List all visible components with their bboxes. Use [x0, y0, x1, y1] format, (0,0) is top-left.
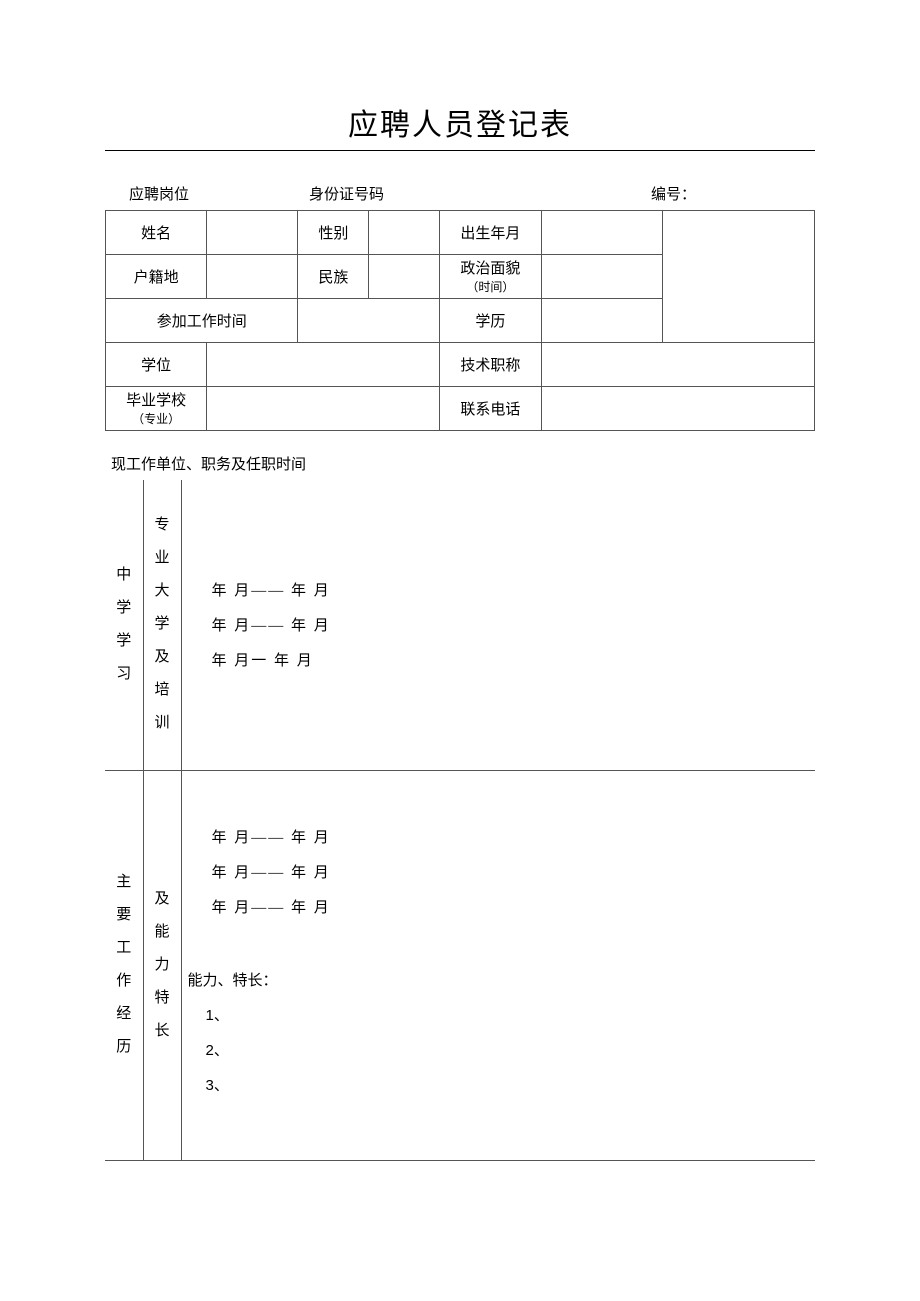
- ethnicity-value: [369, 255, 440, 299]
- position-value: [209, 183, 309, 204]
- political-label: 政治面貌 （时间）: [440, 255, 541, 299]
- current-work-label: 现工作单位、职务及任职时间: [111, 453, 815, 474]
- name-value: [207, 211, 298, 255]
- work-start-value: [298, 299, 440, 343]
- work-history-cell: 年 月—— 年 月 年 月—— 年 月 年 月—— 年 月 能力、特长： 1、 …: [181, 770, 815, 1160]
- degree-label: 学位: [106, 343, 207, 387]
- degree-value: [207, 343, 440, 387]
- tech-title-value: [541, 343, 815, 387]
- tech-title-label: 技术职称: [440, 343, 541, 387]
- date-line: 年 月—— 年 月: [212, 861, 806, 882]
- residence-value: [207, 255, 298, 299]
- education-value: [541, 299, 663, 343]
- date-line: 年 月—— 年 月: [212, 579, 806, 600]
- birth-value: [541, 211, 663, 255]
- ability-item: 1、: [206, 1004, 806, 1025]
- phone-label: 联系电话: [440, 387, 541, 431]
- experience-table: 中学学习 专业大学及培训 年 月—— 年 月 年 月—— 年 月 年 月一 年 …: [105, 480, 815, 1161]
- grad-school-label: 毕业学校 （专业）: [106, 387, 207, 431]
- gender-value: [369, 211, 440, 255]
- date-line: 年 月—— 年 月: [212, 896, 806, 917]
- date-line: 年 月一 年 月: [212, 649, 806, 670]
- page-title: 应聘人员登记表: [105, 100, 815, 151]
- birth-label: 出生年月: [440, 211, 541, 255]
- phone-value: [541, 387, 815, 431]
- name-label: 姓名: [106, 211, 207, 255]
- id-label: 身份证号码: [309, 183, 409, 204]
- section-col1-row1: 中学学习: [105, 480, 143, 770]
- ethnicity-label: 民族: [298, 255, 369, 299]
- photo-cell: [663, 211, 815, 343]
- ability-title: 能力、特长：: [188, 969, 806, 990]
- date-line: 年 月—— 年 月: [212, 826, 806, 847]
- id-value: [409, 183, 651, 204]
- header-row: 应聘岗位 身份证号码 编号：: [105, 183, 815, 210]
- ability-item: 2、: [206, 1039, 806, 1060]
- section-col1-row2: 主要工作经历: [105, 770, 143, 1160]
- gender-label: 性别: [298, 211, 369, 255]
- work-start-label: 参加工作时间: [106, 299, 298, 343]
- info-table: 姓名 性别 出生年月 户籍地 民族 政治面貌 （时间） 参加工作时间 学历 学位…: [105, 210, 815, 431]
- position-label: 应聘岗位: [109, 183, 209, 204]
- education-label: 学历: [440, 299, 541, 343]
- education-history-cell: 年 月—— 年 月 年 月—— 年 月 年 月一 年 月: [181, 480, 815, 770]
- section-col2-row1: 专业大学及培训: [143, 480, 181, 770]
- political-value: [541, 255, 663, 299]
- section-col2-row2: 及能力特长: [143, 770, 181, 1160]
- ability-item: 3、: [206, 1074, 806, 1095]
- serial-label: 编号：: [651, 183, 811, 204]
- date-line: 年 月—— 年 月: [212, 614, 806, 635]
- residence-label: 户籍地: [106, 255, 207, 299]
- grad-school-value: [207, 387, 440, 431]
